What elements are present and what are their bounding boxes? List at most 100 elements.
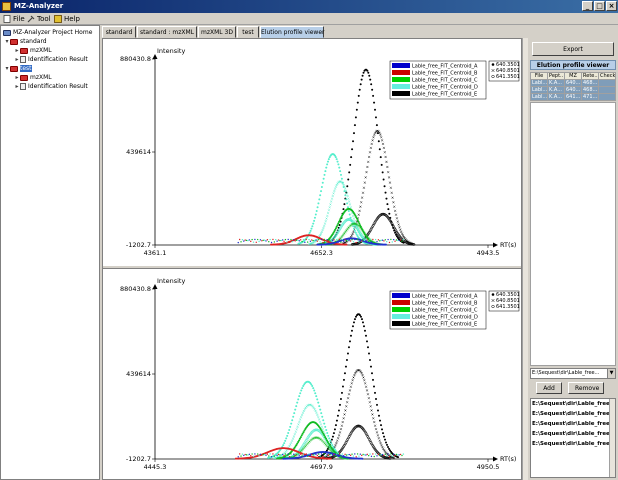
tab-standard-mzxml[interactable]: standard : mzXML — [137, 26, 197, 38]
file-list[interactable]: E:\Sequest\dir\Lable_free_FIT_CE:\Seques… — [530, 398, 616, 478]
tab-mzxml-3d[interactable]: mzXML 3D — [198, 26, 236, 38]
remove-button[interactable]: Remove — [568, 382, 604, 394]
table-column-header[interactable]: Pept.. — [547, 72, 565, 80]
table-column-header[interactable]: Check — [598, 72, 616, 80]
data-point — [359, 83, 362, 86]
data-point — [338, 431, 342, 434]
noise-point — [376, 240, 378, 243]
data-point — [362, 376, 365, 379]
noise-point — [384, 239, 387, 241]
project-tree[interactable]: MZ-Analyzer Project Home ▾ standard ▸ mzXM… — [0, 25, 100, 480]
close-button[interactable]: × — [606, 1, 617, 11]
data-point — [348, 340, 351, 343]
noise-point — [326, 453, 328, 455]
file-list-item[interactable]: E:\Sequest\dir\Lable_free_FIT_C — [531, 439, 615, 449]
noise-point — [284, 453, 287, 455]
table-cell: 640... — [564, 79, 582, 87]
data-point — [299, 392, 302, 395]
chevron-down-icon[interactable]: ▼ — [607, 369, 615, 378]
right-panel: Export Elution profile viewer File Pept..… — [528, 38, 618, 480]
table-cell — [598, 86, 616, 94]
tree-node-identification-result[interactable]: ▸ Identification Result — [14, 55, 88, 64]
tree-node-standard[interactable]: ▾ standard — [4, 37, 46, 46]
data-point — [329, 439, 332, 442]
profile-table[interactable]: File Pept.. MZ Rete... Check Labl... K.A... 64… — [530, 72, 616, 101]
data-point — [298, 437, 301, 440]
noise-point — [262, 454, 264, 456]
noise-point — [281, 453, 284, 456]
data-point — [318, 420, 322, 424]
noise-point — [320, 453, 323, 455]
noise-point — [297, 239, 299, 241]
noise-point — [251, 238, 253, 241]
data-point — [372, 385, 375, 388]
tree-node-identification-result[interactable]: ▸ Identification Result — [14, 82, 88, 91]
noise-point — [270, 456, 273, 458]
table-column-header[interactable]: File — [530, 72, 548, 80]
tab-standard[interactable]: standard — [102, 26, 136, 38]
tree-node-mzxml[interactable]: ▸ mzXML — [14, 73, 51, 82]
data-point — [395, 217, 399, 220]
noise-point — [259, 239, 262, 241]
tab-elution-profile-viewer[interactable]: Elution profile viewer — [260, 26, 325, 38]
table-column-header[interactable]: MZ — [564, 72, 582, 80]
noise-point — [259, 453, 262, 455]
noise-point — [262, 239, 264, 242]
noise-point — [367, 454, 370, 457]
data-point — [366, 165, 369, 169]
noise-point — [256, 238, 259, 241]
legend-label: Lable_free_FIT_Centroid_C — [412, 78, 478, 84]
file-list-scrollbar[interactable] — [609, 399, 615, 477]
data-point — [312, 387, 315, 390]
data-point — [298, 420, 301, 424]
noise-point — [299, 239, 302, 241]
noise-point — [333, 453, 335, 456]
tab-test[interactable]: test — [237, 26, 259, 38]
noise-point — [394, 240, 396, 242]
menu-tool[interactable]: Tool — [27, 14, 51, 24]
table-row[interactable]: Labl... K.A... 641... 471... — [530, 93, 616, 101]
data-point — [373, 420, 376, 424]
tree-node-test[interactable]: ▾ test — [4, 64, 32, 73]
menu-file[interactable]: File — [3, 14, 25, 24]
tree-node-mzxml[interactable]: ▸ mzXML — [14, 46, 51, 55]
x-tick-label: 4697.9 — [310, 463, 333, 471]
legend-label: Lable_free_FIT_Centroid_A — [412, 294, 478, 300]
table-row[interactable]: Labl... K.A... 640... 468... — [530, 86, 616, 94]
tree-root[interactable]: MZ-Analyzer Project Home — [3, 28, 92, 37]
data-point — [378, 414, 381, 417]
file-select[interactable]: E:\Sequest\dir\Lable_free... ▼ — [530, 368, 616, 379]
data-point — [360, 318, 363, 321]
file-list-item[interactable]: E:\Sequest\dir\Lable_free_FIT_C — [531, 409, 615, 419]
noise-point — [290, 453, 292, 455]
noise-point — [343, 455, 345, 457]
noise-point — [286, 241, 288, 243]
file-list-item[interactable]: E:\Sequest\dir\Lable_free_FIT_C — [531, 419, 615, 429]
data-point — [338, 166, 341, 169]
menu-help[interactable]: Help — [54, 14, 80, 24]
noise-point — [244, 239, 246, 241]
file-list-item[interactable]: E:\Sequest\dir\Lable_free_FIT_C — [531, 429, 615, 439]
data-point — [302, 385, 305, 388]
minimize-button[interactable]: _ — [582, 1, 593, 11]
data-point — [317, 202, 320, 205]
file-list-item[interactable]: E:\Sequest\dir\Lable_free_FIT_C — [531, 399, 615, 409]
data-point — [314, 392, 317, 395]
data-point — [357, 213, 360, 216]
export-button[interactable]: Export — [532, 42, 614, 56]
data-point — [387, 208, 390, 211]
legend: Lable_free_FIT_Centroid_ALable_free_FIT_… — [389, 290, 487, 330]
data-point — [370, 409, 373, 412]
menu-bar: File Tool Help — [0, 13, 618, 25]
add-button[interactable]: Add — [536, 382, 562, 394]
data-point — [373, 101, 376, 104]
data-point — [348, 200, 351, 203]
table-row[interactable]: Labl... K.A... 640... 468... — [530, 79, 616, 87]
table-column-header[interactable]: Rete... — [581, 72, 599, 80]
data-point — [310, 383, 313, 386]
data-point — [298, 395, 301, 398]
tool-icon — [27, 15, 35, 23]
maximize-button[interactable]: □ — [594, 1, 605, 11]
mz-legend-label: 641.3501 — [496, 74, 520, 80]
noise-point — [397, 454, 399, 456]
